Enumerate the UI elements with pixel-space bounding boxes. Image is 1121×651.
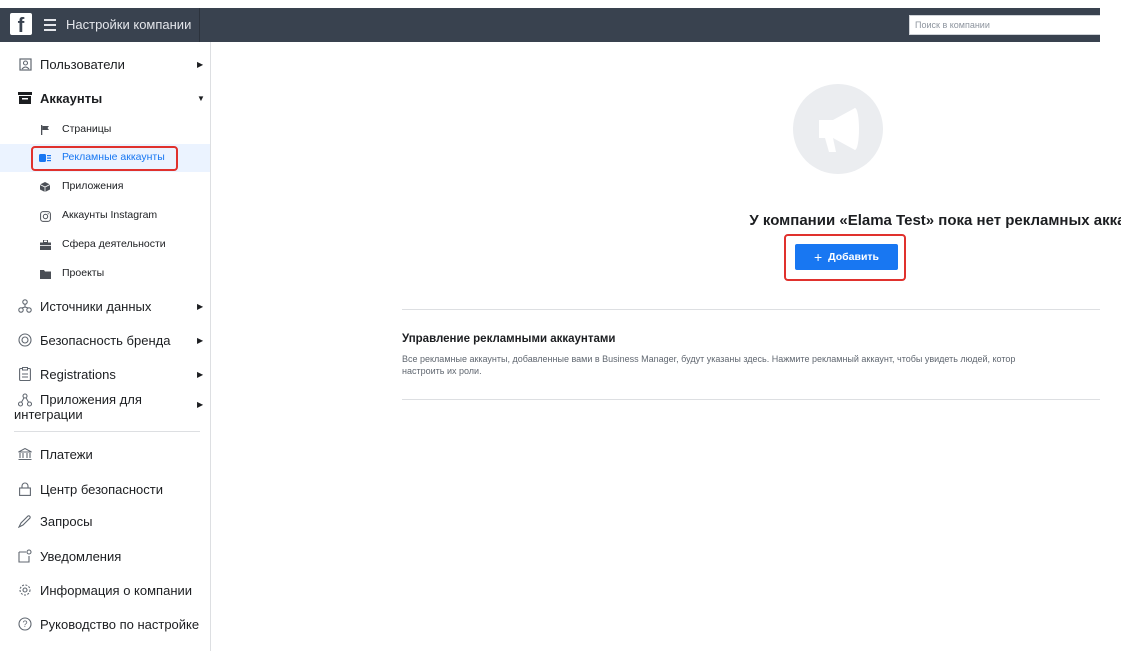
chevron-right-icon: ▶ [197, 369, 204, 379]
highlight-ad-accounts [31, 146, 178, 171]
brand-safety-icon [18, 333, 32, 347]
sidebar-subitem-pages[interactable]: Страницы [0, 116, 210, 144]
sidebar-item-label: Источники данных [40, 298, 152, 314]
sidebar-item-label: Запросы [40, 513, 93, 529]
empty-state-message: У компании «Elama Test» пока нет рекламн… [749, 212, 1121, 229]
users-icon [18, 57, 32, 71]
top-bar: f Настройки компании Поиск в компании [0, 8, 1100, 42]
facebook-logo-icon[interactable]: f [10, 13, 32, 35]
divider [14, 431, 200, 432]
svg-text:?: ? [22, 619, 27, 629]
folder-icon [39, 268, 51, 280]
sidebar-subitem-label: Аккаунты Instagram [62, 209, 158, 221]
sidebar-item-label: Безопасность бренда [40, 332, 171, 348]
requests-icon [18, 514, 32, 528]
sidebar-item-label: Пользователи [40, 56, 125, 72]
sidebar-item-users[interactable]: Пользователи ▶ [0, 52, 210, 76]
sidebar: Пользователи ▶ Аккаунты ▼ Страницы Рекла… [0, 42, 211, 651]
gear-icon [18, 583, 32, 597]
search-input[interactable]: Поиск в компании [909, 15, 1100, 35]
chevron-right-icon: ▶ [197, 59, 204, 69]
sidebar-item-requests[interactable]: Запросы [0, 509, 210, 533]
hamburger-menu-icon[interactable] [44, 15, 58, 33]
sidebar-item-integrations[interactable]: Приложения для интеграции ▶ [0, 390, 210, 430]
sidebar-subitem-projects[interactable]: Проекты [0, 260, 210, 288]
sidebar-item-label: Приложения для интеграции [14, 392, 142, 422]
megaphone-icon [793, 84, 883, 174]
divider [402, 399, 1100, 400]
sidebar-item-label: Уведомления [40, 548, 122, 564]
sidebar-subitem-apps[interactable]: Приложения [0, 173, 210, 201]
highlight-add-button [784, 234, 906, 281]
sidebar-item-label: Платежи [40, 446, 93, 462]
sidebar-subitem-label: Приложения [62, 180, 124, 192]
notifications-icon [18, 549, 32, 563]
section-description-line: настроить их роли. [402, 366, 482, 376]
sidebar-item-registrations[interactable]: Registrations ▶ [0, 362, 210, 386]
sidebar-item-brand-safety[interactable]: Безопасность бренда ▶ [0, 328, 210, 352]
chevron-right-icon: ▶ [197, 400, 204, 409]
sidebar-subitem-label: Проекты [62, 267, 105, 279]
sidebar-item-company-info[interactable]: Информация о компании [0, 578, 210, 602]
sidebar-item-security-center[interactable]: Центр безопасности [0, 477, 210, 501]
sidebar-item-payments[interactable]: Платежи [0, 442, 210, 466]
divider [402, 309, 1100, 310]
main-content: У компании «Elama Test» пока нет рекламн… [211, 42, 1121, 651]
sidebar-subitem-line-of-business[interactable]: Сфера деятельности [0, 231, 210, 259]
sidebar-item-label: Registrations [40, 366, 116, 382]
sidebar-item-setup-guide[interactable]: ? Руководство по настройке [0, 612, 210, 636]
data-sources-icon [18, 299, 32, 313]
registrations-icon [18, 367, 32, 381]
section-title: Управление рекламными аккаунтами [402, 333, 616, 345]
chevron-right-icon: ▶ [197, 335, 204, 345]
sidebar-item-notifications[interactable]: Уведомления [0, 544, 210, 568]
sidebar-subitem-label: Сфера деятельности [62, 238, 166, 250]
sidebar-item-label: Информация о компании [40, 582, 193, 598]
sidebar-item-accounts[interactable]: Аккаунты ▼ [0, 86, 210, 110]
divider [199, 8, 200, 42]
accounts-icon [18, 91, 32, 105]
cube-icon [39, 181, 51, 193]
payments-icon [18, 447, 32, 461]
sidebar-item-label: Аккаунты [40, 90, 103, 106]
chevron-down-icon: ▼ [197, 93, 205, 103]
chevron-right-icon: ▶ [197, 301, 204, 311]
instagram-icon [39, 210, 51, 222]
flag-icon [39, 124, 51, 136]
section-description: Все рекламные аккаунты, добавленные вами… [402, 353, 1099, 377]
section-description-line: Все рекламные аккаунты, добавленные вами… [402, 354, 1016, 364]
sidebar-subitem-label: Страницы [62, 123, 112, 135]
sidebar-item-label: Центр безопасности [40, 481, 164, 497]
help-icon: ? [18, 617, 32, 631]
page-title: Настройки компании [66, 17, 192, 32]
sidebar-subitem-instagram[interactable]: Аккаунты Instagram [0, 202, 210, 230]
briefcase-icon [39, 239, 51, 251]
lock-icon [18, 482, 32, 496]
sidebar-item-data-sources[interactable]: Источники данных ▶ [0, 294, 210, 318]
sidebar-item-label: Руководство по настройке [40, 616, 200, 632]
